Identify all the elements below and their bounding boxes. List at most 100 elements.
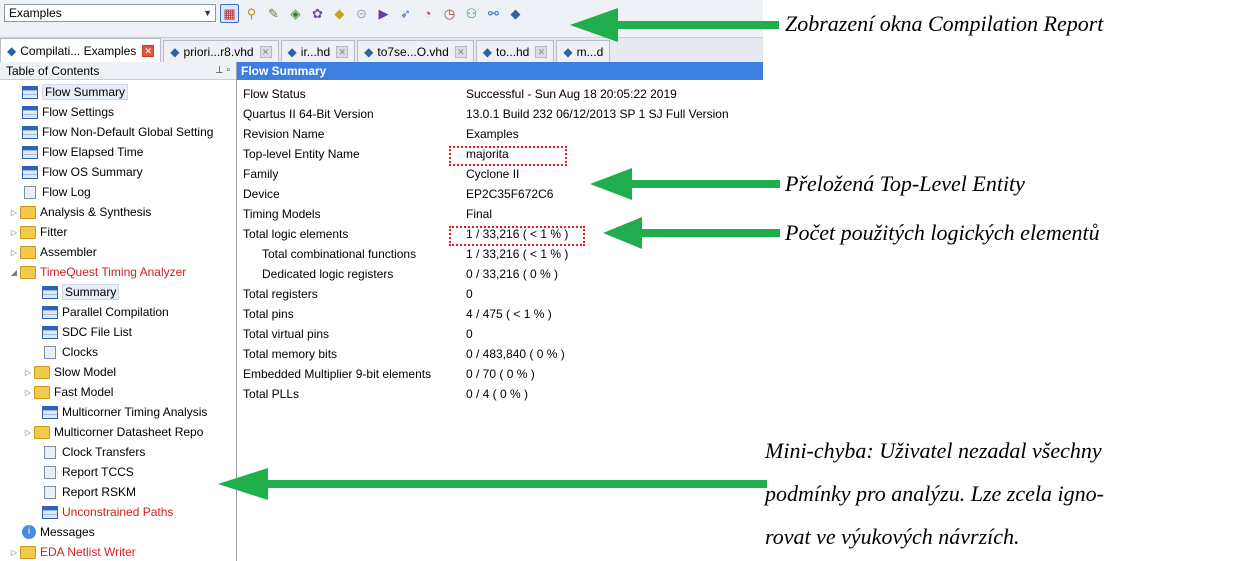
tab-file[interactable]: ◆ to...hd ✕ [475,40,555,62]
folder-icon [20,245,36,259]
chevron-down-icon[interactable]: ▼ [203,5,212,21]
report-row-key: Total combinational functions [262,247,417,261]
expand-icon[interactable]: ▷ [8,208,20,217]
close-icon[interactable]: ✕ [454,45,467,58]
report-row-key: Total virtual pins [243,327,330,341]
table-icon [42,505,58,519]
toc-item-label: Fast Model [54,385,114,399]
pin-icon[interactable]: ⊥ ▫ [215,65,230,76]
report-row[interactable]: Total virtual pins 0 [237,324,763,344]
toc-item[interactable]: Clocks [0,342,236,362]
analysis-icon[interactable]: ➶ [396,4,415,23]
compilation-report-icon: ◆ [7,43,17,58]
toc-item[interactable]: Report TCCS [0,462,236,482]
report-row[interactable]: Total PLLs 0 / 4 ( 0 % ) [237,384,763,404]
close-icon[interactable]: ✕ [336,45,349,58]
pin-planner-icon[interactable]: ⚲ [242,4,261,23]
toc-item[interactable]: ▷ Multicorner Datasheet Repo [0,422,236,442]
toc-item[interactable]: Parallel Compilation [0,302,236,322]
close-icon[interactable]: ✕ [142,44,155,57]
expand-icon[interactable]: ▷ [8,548,20,557]
toc-item[interactable]: ◢ TimeQuest Timing Analyzer [0,262,236,282]
toc-item[interactable]: ▷ Assembler [0,242,236,262]
toc-item[interactable]: Flow Log [0,182,236,202]
toc-item[interactable]: ▷ Analysis & Synthesis [0,202,236,222]
toc-item[interactable]: i Messages [0,522,236,542]
table-icon [22,85,38,99]
report-row[interactable]: Device EP2C35F672C6 [237,184,763,204]
toc-item[interactable]: ▷ Fast Model [0,382,236,402]
report-row[interactable]: Total memory bits 0 / 483,840 ( 0 % ) [237,344,763,364]
toc-item[interactable]: Summary [0,282,236,302]
toc-item-label: TimeQuest Timing Analyzer [40,265,187,279]
report-row[interactable]: Embedded Multiplier 9-bit elements 0 / 70… [237,364,763,384]
toc-item[interactable]: Flow Summary [0,82,236,102]
tab-file[interactable]: ◆ ir...hd ✕ [280,40,356,62]
collapse-icon[interactable]: ◢ [8,268,20,277]
start-icon[interactable]: ▶ [374,4,393,23]
netlist-icon[interactable]: ⚇ [462,4,481,23]
expand-icon[interactable]: ▷ [22,368,34,377]
folder-icon [34,365,50,379]
toc-item-label: Messages [40,525,95,539]
expand-icon[interactable]: ▷ [22,388,34,397]
toc-item-label: Fitter [40,225,68,239]
toc-item[interactable]: Multicorner Timing Analysis [0,402,236,422]
document-icon [44,485,56,499]
assignment-icon[interactable]: ◈ [286,4,305,23]
close-icon[interactable]: ✕ [259,45,272,58]
project-select[interactable]: Examples ▼ [4,4,216,22]
report-row-key: Device [243,187,280,201]
report-row[interactable]: Flow Status Successful - Sun Aug 18 20:05… [237,84,763,104]
toc-item-label: Flow Log [42,185,91,199]
report-row[interactable]: Revision Name Examples [237,124,763,144]
report-row[interactable]: Dedicated logic registers 0 / 33,216 ( 0 … [237,264,763,284]
stop-icon[interactable]: ⊝ [352,4,371,23]
expand-icon[interactable]: ▷ [22,428,34,437]
toc-item[interactable]: Unconstrained Paths [0,502,236,522]
report-row-key: Total memory bits [243,347,338,361]
compile-icon[interactable]: ◆ [506,4,525,23]
table-icon [22,125,38,139]
expand-icon[interactable]: ▷ [8,228,20,237]
tab-file[interactable]: ◆ priori...r8.vhd ✕ [163,40,279,62]
report-row-key: Total pins [243,307,294,321]
toc-item[interactable]: Flow Elapsed Time [0,142,236,162]
toc-item-label: Flow OS Summary [42,165,143,179]
logic-elements-highlight-box [449,226,585,246]
toc-item[interactable]: ▷ Fitter [0,222,236,242]
lock-icon[interactable]: ◆ [330,4,349,23]
rtl-icon[interactable]: ⚯ [484,4,503,23]
report-row[interactable]: Timing Models Final [237,204,763,224]
toc-item[interactable]: Flow Settings [0,102,236,122]
timer-icon[interactable]: ◷ [440,4,459,23]
settings-icon[interactable]: ✎ [264,4,283,23]
toc-item[interactable]: Report RSKM [0,482,236,502]
report-row[interactable]: Total combinational functions 1 / 33,216 … [237,244,763,264]
tab-file[interactable]: ◆ m...d [556,40,611,62]
expand-icon[interactable]: ▷ [8,248,20,257]
table-icon [22,145,38,159]
table-icon [42,405,58,419]
toc-item[interactable]: Flow Non-Default Global Setting [0,122,236,142]
report-row[interactable]: Family Cyclone II [237,164,763,184]
report-row[interactable]: Total registers 0 [237,284,763,304]
report-row-key: Flow Status [243,87,306,101]
report-row[interactable]: Total pins 4 / 475 ( < 1 % ) [237,304,763,324]
close-icon[interactable]: ✕ [535,45,548,58]
timing-icon[interactable]: ◔ [418,4,437,23]
report-row[interactable]: Quartus II 64-Bit Version 13.0.1 Build 23… [237,104,763,124]
note-mini-error-line1: Mini-chyba: Uživatel nezadal všechny [765,438,1102,463]
toc-item[interactable]: Flow OS Summary [0,162,236,182]
table-icon [42,325,58,339]
chip-icon[interactable]: ✿ [308,4,327,23]
toc-item[interactable]: ▷ EDA Netlist Writer [0,542,236,561]
tab-file[interactable]: ◆ to7se...O.vhd ✕ [357,40,474,62]
toc-item[interactable]: Clock Transfers [0,442,236,462]
toc-item[interactable]: SDC File List [0,322,236,342]
table-of-contents-panel: Table of Contents ⊥ ▫ Flow Summary Flow S… [0,62,237,561]
table-icon [22,105,38,119]
toc-item[interactable]: ▷ Slow Model [0,362,236,382]
compilation-report-icon[interactable]: ▦ [220,3,239,23]
tab-compilation-report[interactable]: ◆ Compilati... Examples ✕ [0,38,162,62]
